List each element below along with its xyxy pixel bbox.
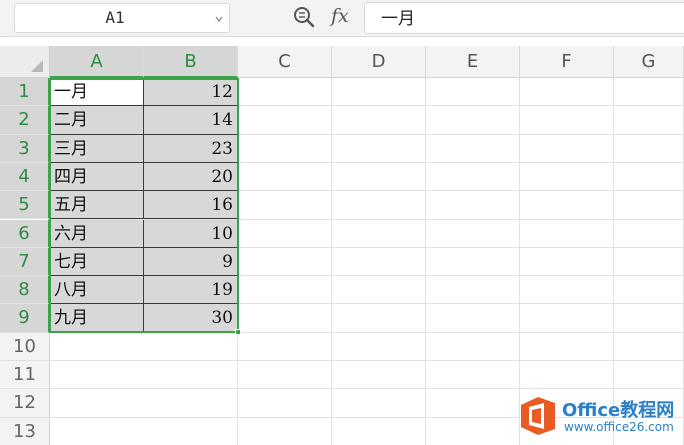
- cell-b5[interactable]: 16: [144, 191, 238, 220]
- office-logo-icon: [521, 397, 555, 435]
- column-gridline: [331, 78, 332, 445]
- row-header-13[interactable]: 13: [0, 417, 50, 445]
- select-all-corner[interactable]: [0, 46, 50, 78]
- column-header-a[interactable]: A: [50, 46, 144, 78]
- row-header-8[interactable]: 8: [0, 276, 50, 305]
- cell-a2[interactable]: 二月: [50, 106, 144, 135]
- cell-a9[interactable]: 九月: [50, 304, 144, 333]
- cell-b8[interactable]: 19: [144, 276, 238, 305]
- select-all-icon: [31, 60, 43, 72]
- row-header-11[interactable]: 11: [0, 361, 50, 390]
- name-box[interactable]: A1: [14, 3, 230, 33]
- cell-b7[interactable]: 9: [144, 247, 238, 277]
- cell-b2[interactable]: 14: [144, 106, 238, 135]
- name-box-value: A1: [105, 8, 125, 27]
- column-gridline: [613, 78, 614, 445]
- watermark-title: Office教程网: [562, 400, 675, 421]
- row-header-3[interactable]: 3: [0, 134, 50, 163]
- fx-icon[interactable]: fx: [331, 4, 355, 28]
- formula-input-value: 一月: [381, 9, 415, 29]
- cell-a4[interactable]: 四月: [50, 162, 144, 192]
- row-header-4[interactable]: 4: [0, 162, 50, 192]
- column-gridline: [519, 78, 520, 445]
- cell-a7[interactable]: 七月: [50, 247, 144, 277]
- cell-b1[interactable]: 12: [144, 78, 238, 107]
- row-gridline: [50, 388, 684, 390]
- cell-b4[interactable]: 20: [144, 162, 238, 192]
- row-header-5[interactable]: 5: [0, 191, 50, 220]
- watermark-url: www.office26.com: [564, 420, 674, 434]
- column-header-c[interactable]: C: [238, 46, 332, 78]
- row-header-2[interactable]: 2: [0, 106, 50, 135]
- fill-handle[interactable]: [235, 329, 241, 335]
- column-header-d[interactable]: D: [332, 46, 426, 78]
- chevron-down-icon[interactable]: [215, 15, 223, 23]
- column-header-g[interactable]: G: [614, 46, 684, 78]
- cell-a8[interactable]: 八月: [50, 276, 144, 305]
- cell-a3[interactable]: 三月: [50, 134, 144, 163]
- column-header-b[interactable]: B: [144, 46, 238, 78]
- cell-a1[interactable]: 一月: [50, 78, 144, 107]
- row-header-6[interactable]: 6: [0, 219, 50, 248]
- column-gridline: [425, 78, 426, 445]
- column-header-f[interactable]: F: [520, 46, 614, 78]
- row-header-7[interactable]: 7: [0, 247, 50, 277]
- column-header-e[interactable]: E: [426, 46, 520, 78]
- cell-a5[interactable]: 五月: [50, 191, 144, 220]
- cell-b6[interactable]: 10: [144, 219, 238, 248]
- zoom-icon[interactable]: [292, 5, 316, 29]
- row-header-9[interactable]: 9: [0, 304, 50, 333]
- formula-bar: A1 fx 一月: [0, 0, 684, 37]
- row-gridline: [50, 360, 684, 361]
- watermark: Office教程网 www.office26.com: [514, 392, 682, 440]
- spreadsheet-grid: ABCDEFG 1 2 3 4 5 6 7 8 9 10 11 12 13 一月 12 二月 14 三月 23 四月…: [0, 46, 684, 445]
- formula-input[interactable]: 一月: [364, 2, 684, 34]
- row-header-10[interactable]: 10: [0, 332, 50, 361]
- cell-b9[interactable]: 30: [144, 304, 238, 333]
- row-header-12[interactable]: 12: [0, 389, 50, 418]
- row-header-1[interactable]: 1: [0, 78, 50, 107]
- cell-a6[interactable]: 六月: [50, 219, 144, 248]
- cell-b3[interactable]: 23: [144, 134, 238, 163]
